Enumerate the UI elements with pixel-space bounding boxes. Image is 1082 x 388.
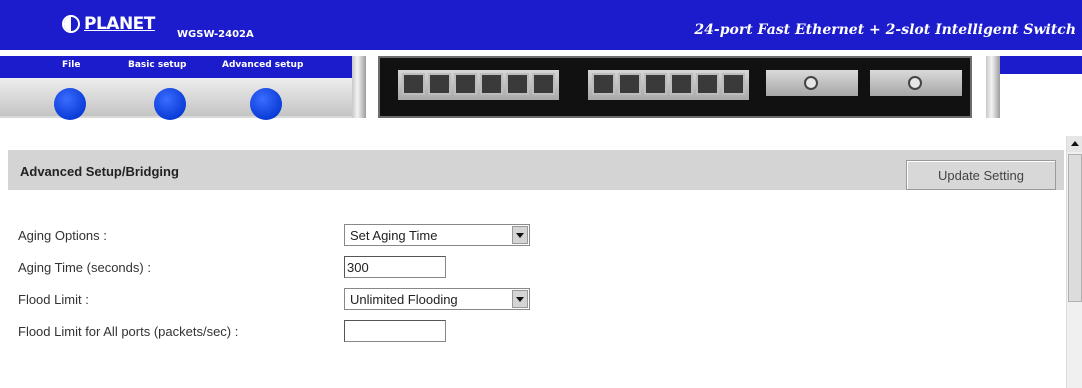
- nav-menu: File Basic setup Advanced setup: [0, 56, 352, 78]
- main-content: Advanced Setup/Bridging Update Setting A…: [0, 136, 1066, 388]
- port-group-1: [398, 70, 559, 100]
- nav-divider: [986, 56, 1000, 118]
- nav-advanced-setup[interactable]: Advanced setup: [222, 60, 303, 70]
- flood-limit-all-label: Flood Limit for All ports (packets/sec) …: [18, 324, 239, 339]
- model-number: WGSW-2402A: [177, 29, 254, 40]
- section-title: Advanced Setup/Bridging: [20, 164, 179, 179]
- expansion-slot-1[interactable]: [766, 70, 858, 96]
- chevron-down-icon[interactable]: [512, 290, 528, 308]
- port-icon[interactable]: [454, 73, 477, 95]
- port-icon[interactable]: [428, 73, 451, 95]
- file-button[interactable]: [54, 88, 86, 120]
- nav-file[interactable]: File: [62, 60, 80, 70]
- nav-right-strip: [1000, 56, 1082, 74]
- logo-mark-icon: [62, 15, 80, 33]
- port-icon[interactable]: [722, 73, 745, 95]
- flood-limit-select[interactable]: Unlimited Flooding: [344, 288, 530, 310]
- aging-time-input[interactable]: [344, 256, 446, 278]
- planet-logo: PLANET: [62, 14, 155, 34]
- aging-options-select[interactable]: Set Aging Time: [344, 224, 530, 246]
- aging-options-value: Set Aging Time: [350, 227, 438, 243]
- top-header: PLANET WGSW-2402A 24-port Fast Ethernet …: [0, 0, 1082, 50]
- switch-front-panel: [378, 56, 972, 118]
- brand-name: PLANET: [84, 14, 155, 34]
- port-icon[interactable]: [592, 73, 615, 95]
- flood-limit-value: Unlimited Flooding: [350, 291, 458, 307]
- nav-divider: [352, 56, 366, 118]
- port-icon[interactable]: [402, 73, 425, 95]
- scroll-thumb[interactable]: [1068, 154, 1082, 302]
- chevron-down-icon[interactable]: [512, 226, 528, 244]
- port-icon[interactable]: [696, 73, 719, 95]
- port-icon[interactable]: [480, 73, 503, 95]
- port-icon[interactable]: [506, 73, 529, 95]
- aging-time-label: Aging Time (seconds) :: [18, 260, 151, 275]
- port-group-2: [588, 70, 749, 100]
- basic-setup-button[interactable]: [154, 88, 186, 120]
- product-title: 24-port Fast Ethernet + 2-slot Intellige…: [694, 22, 1076, 38]
- advanced-setup-button[interactable]: [250, 88, 282, 120]
- nav-basic-setup[interactable]: Basic setup: [128, 60, 186, 70]
- scroll-up-icon[interactable]: [1067, 136, 1082, 152]
- flood-limit-all-input[interactable]: [344, 320, 446, 342]
- vertical-scrollbar[interactable]: [1066, 136, 1082, 388]
- slot-ring-icon: [908, 76, 922, 90]
- port-icon[interactable]: [670, 73, 693, 95]
- flood-limit-label: Flood Limit :: [18, 292, 89, 307]
- section-header: Advanced Setup/Bridging Update Setting: [8, 150, 1064, 190]
- slot-ring-icon: [804, 76, 818, 90]
- port-icon[interactable]: [532, 73, 555, 95]
- port-icon[interactable]: [618, 73, 641, 95]
- expansion-slot-2[interactable]: [870, 70, 962, 96]
- update-setting-button[interactable]: Update Setting: [906, 160, 1056, 190]
- aging-options-label: Aging Options :: [18, 228, 107, 243]
- port-icon[interactable]: [644, 73, 667, 95]
